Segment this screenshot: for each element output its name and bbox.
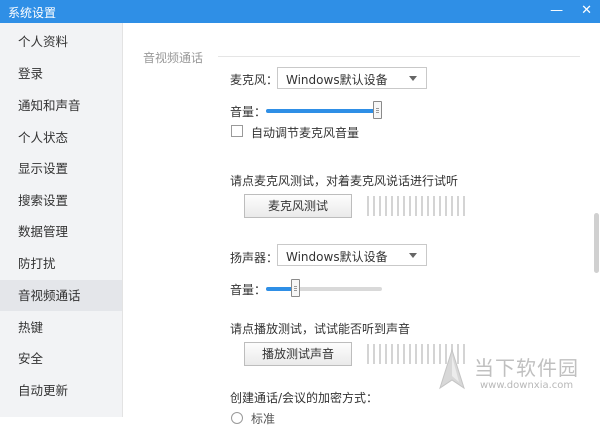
section-title: 音视频通话 (143, 51, 204, 65)
level-bar (391, 344, 393, 364)
chevron-down-icon (409, 76, 417, 81)
auto-adjust-mic-checkbox[interactable] (231, 125, 243, 137)
section-divider (218, 56, 580, 57)
level-bar (421, 196, 423, 216)
level-bar (427, 344, 429, 364)
level-bar (397, 196, 399, 216)
minimize-button[interactable]: — (550, 2, 563, 20)
watermark-url: www.downxia.com (480, 380, 574, 391)
sidebar-item-security[interactable]: 安全 (0, 343, 122, 374)
level-bar (427, 196, 429, 216)
level-bar (403, 344, 405, 364)
sidebar-item-hotkeys[interactable]: 热键 (0, 312, 122, 343)
mic-level-meter (367, 196, 465, 216)
sidebar-item-display[interactable]: 显示设置 (0, 153, 122, 184)
level-bar (439, 196, 441, 216)
mic-volume-fill (266, 109, 382, 113)
level-bar (421, 344, 423, 364)
chevron-down-icon (409, 253, 417, 258)
title-bar: 系统设置 — ✕ (0, 0, 600, 23)
sidebar-item-av-call[interactable]: 音视频通话 (0, 280, 122, 311)
sidebar-item-profile[interactable]: 个人资料 (0, 26, 122, 57)
watermark-logo-icon (439, 348, 465, 390)
level-bar (445, 196, 447, 216)
close-button[interactable]: ✕ (581, 2, 592, 20)
speaker-test-hint: 请点播放测试，试试能否听到声音 (230, 322, 411, 336)
sidebar-item-auto-update[interactable]: 自动更新 (0, 375, 122, 406)
mic-test-hint: 请点麦克风测试，对着麦克风说话进行试听 (230, 174, 459, 188)
level-bar (415, 344, 417, 364)
level-bar (367, 344, 369, 364)
window-title: 系统设置 (8, 6, 57, 20)
speaker-volume-slider[interactable] (266, 279, 382, 297)
level-bar (433, 196, 435, 216)
watermark: 当下软件园 www.downxia.com (434, 344, 580, 404)
encryption-label: 创建通话/会议的加密方式： (230, 391, 379, 405)
level-bar (367, 196, 369, 216)
level-bar (373, 344, 375, 364)
level-bar (409, 196, 411, 216)
watermark-text: 当下软件园 (474, 356, 579, 380)
level-bar (373, 196, 375, 216)
encryption-radio[interactable] (231, 412, 243, 424)
mic-device-select[interactable]: Windows默认设备 (277, 67, 427, 89)
mic-volume-label: 音量： (230, 105, 267, 119)
speaker-label: 扬声器： (230, 251, 279, 265)
speaker-device-value: Windows默认设备 (286, 250, 388, 264)
speaker-volume-handle[interactable] (290, 279, 300, 297)
sidebar-item-status[interactable]: 个人状态 (0, 122, 122, 153)
level-bar (379, 196, 381, 216)
scrollbar[interactable] (592, 23, 600, 417)
window-controls: — ✕ (550, 2, 592, 20)
auto-adjust-mic-label: 自动调节麦克风音量 (251, 126, 360, 140)
sidebar-item-dnd[interactable]: 防打扰 (0, 248, 122, 279)
speaker-device-select[interactable]: Windows默认设备 (277, 244, 427, 266)
level-bar (391, 196, 393, 216)
level-bar (379, 344, 381, 364)
mic-test-button[interactable]: 麦克风测试 (244, 194, 352, 218)
speaker-volume-label: 音量： (230, 283, 267, 297)
encryption-option-label: 标准 (251, 412, 276, 426)
level-bar (403, 196, 405, 216)
scrollbar-thumb[interactable] (594, 213, 599, 273)
level-bar (415, 196, 417, 216)
settings-sidebar: 个人资料 登录 通知和声音 个人状态 显示设置 搜索设置 数据管理 防打扰 音视… (0, 23, 123, 417)
sidebar-item-login[interactable]: 登录 (0, 58, 122, 89)
level-bar (457, 196, 459, 216)
mic-label: 麦克风： (230, 73, 279, 87)
level-bar (397, 344, 399, 364)
sidebar-item-data[interactable]: 数据管理 (0, 216, 122, 247)
sidebar-item-notifications[interactable]: 通知和声音 (0, 90, 122, 121)
level-bar (385, 344, 387, 364)
sidebar-item-search[interactable]: 搜索设置 (0, 185, 122, 216)
level-bar (385, 196, 387, 216)
speaker-test-button[interactable]: 播放测试声音 (244, 342, 352, 366)
level-bar (463, 196, 465, 216)
level-bar (451, 196, 453, 216)
mic-device-value: Windows默认设备 (286, 73, 388, 87)
mic-volume-slider[interactable] (266, 101, 382, 119)
mic-volume-handle[interactable] (373, 101, 382, 119)
level-bar (409, 344, 411, 364)
